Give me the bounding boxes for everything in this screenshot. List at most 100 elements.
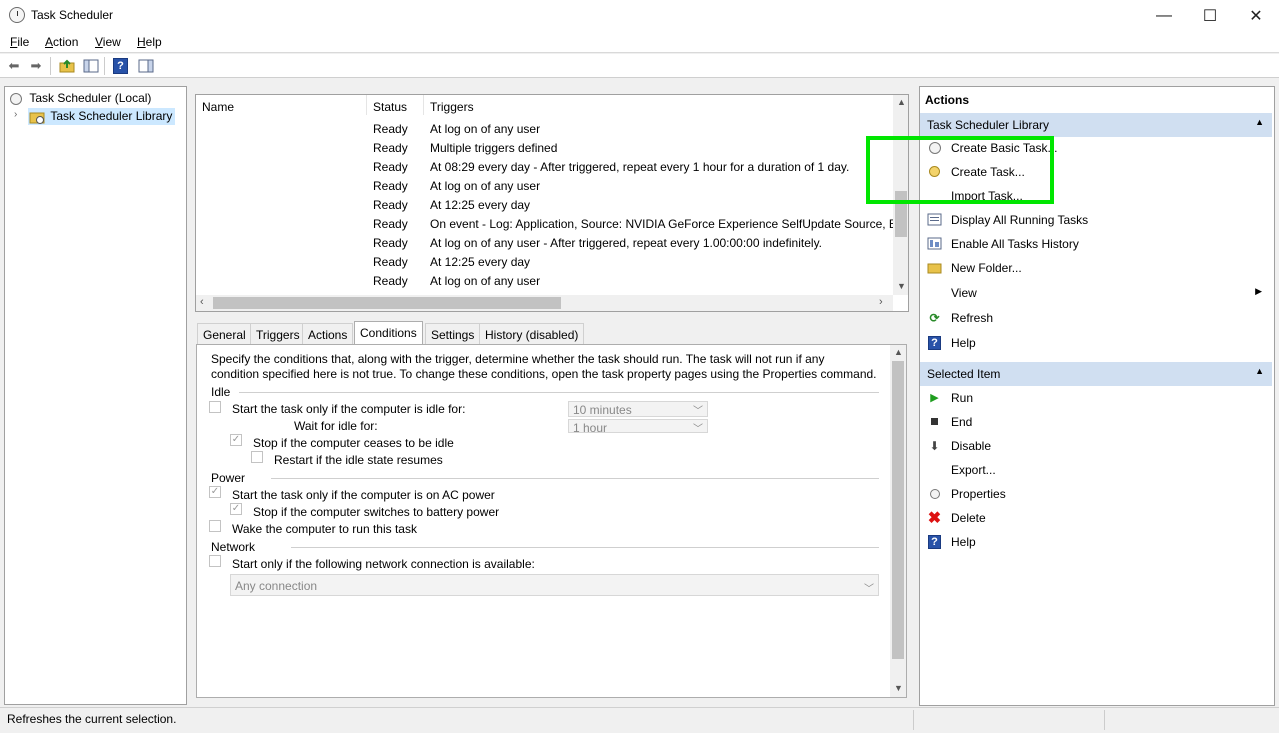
table-row[interactable]: MicrosoftEdgeUpdateTask...ReadyAt 08:29 … <box>196 157 896 176</box>
submenu-arrow-icon: ▶ <box>1255 286 1262 296</box>
wake-checkbox[interactable] <box>209 520 221 532</box>
action-new-folder[interactable]: New Folder... <box>920 256 1272 280</box>
column-header-triggers[interactable]: Triggers <box>424 95 894 115</box>
tab-general[interactable]: General <box>197 323 252 344</box>
details-scrollbar-thumb[interactable] <box>892 361 904 659</box>
table-row[interactable]: NvDriverUpdateCheckDail...ReadyAt 12:25 … <box>196 195 896 214</box>
tab-history[interactable]: History (disabled) <box>479 323 585 344</box>
tree-root-label: Task Scheduler (Local) <box>29 91 152 105</box>
battery-label: Stop if the computer switches to battery… <box>253 505 500 519</box>
column-header-name[interactable]: Name <box>196 95 367 115</box>
action-run[interactable]: ▶ Run <box>920 386 1272 410</box>
task-trigger: At log on of any user <box>430 274 541 288</box>
task-trigger: Multiple triggers defined <box>430 141 558 155</box>
horizontal-scrollbar[interactable]: ‹ › <box>196 295 893 311</box>
action-display-all-running-tasks[interactable]: Display All Running Tasks <box>920 208 1272 232</box>
details-vertical-scrollbar[interactable]: ▲ ▼ <box>890 345 906 697</box>
folder-icon <box>927 260 942 275</box>
table-row[interactable]: MicrosoftEdgeUpdateTask...ReadyMultiple … <box>196 138 896 157</box>
power-section-label: Power <box>211 471 246 485</box>
stop-idle-label: Stop if the computer ceases to be idle <box>253 436 454 450</box>
task-status: Ready <box>373 255 408 269</box>
toolbar: ⬅ ➡ ? <box>0 54 1279 78</box>
tree-item-local[interactable]: Task Scheduler (Local) <box>10 91 151 105</box>
up-folder-icon[interactable] <box>58 57 76 75</box>
table-row[interactable]: NvProfileUpdaterDaily_{B...ReadyAt 12:25… <box>196 252 896 271</box>
wait-duration-select[interactable]: 1 hour ﹀ <box>568 419 708 435</box>
show-hide-tree-icon[interactable] <box>82 57 100 75</box>
battery-checkbox[interactable]: ✓ <box>230 503 242 515</box>
collapse-icon[interactable]: ▲ <box>1255 117 1264 127</box>
selected-section-header[interactable]: Selected Item ▲ <box>920 362 1272 386</box>
task-status: Ready <box>373 198 408 212</box>
action-enable-all-tasks-history[interactable]: Enable All Tasks History <box>920 232 1272 256</box>
action-label: Help <box>951 336 976 350</box>
task-status: Ready <box>373 179 408 193</box>
task-trigger: At log on of any user - After triggered,… <box>430 236 823 250</box>
action-label: Display All Running Tasks <box>951 213 1089 227</box>
table-row[interactable]: NvBatteryBoostCheckOnL...ReadyAt log on … <box>196 176 896 195</box>
action-properties[interactable]: Properties <box>920 482 1272 506</box>
highlight-box <box>866 136 1054 204</box>
task-trigger: At 08:29 every day - After triggered, re… <box>430 160 850 174</box>
library-section-header[interactable]: Task Scheduler Library ▲ <box>920 113 1272 137</box>
task-trigger: On event - Log: Application, Source: NVI… <box>430 217 893 231</box>
action-disable[interactable]: ⬇ Disable <box>920 434 1272 458</box>
clock-app-icon <box>9 7 25 23</box>
column-header-status[interactable]: Status <box>367 95 424 115</box>
tab-actions[interactable]: Actions <box>302 323 354 344</box>
back-arrow-icon[interactable]: ⬅ <box>5 57 23 75</box>
tab-settings[interactable]: Settings <box>425 323 481 344</box>
restart-idle-checkbox[interactable] <box>251 451 263 463</box>
action-label: View <box>951 286 977 300</box>
task-status: Ready <box>373 217 408 231</box>
end-icon <box>927 414 942 429</box>
menu-file[interactable]: File <box>10 35 29 49</box>
hscroll-thumb[interactable] <box>213 297 561 309</box>
show-hide-action-pane-icon[interactable] <box>137 57 155 75</box>
network-checkbox[interactable] <box>209 555 221 567</box>
folder-clock-icon <box>29 112 45 124</box>
tab-triggers[interactable]: Triggers <box>250 323 306 344</box>
table-row[interactable]: NvNodeLauncher_{B2FE1...ReadyAt log on o… <box>196 233 896 252</box>
tree-item-library[interactable]: Task Scheduler Library <box>28 108 176 125</box>
minimize-button[interactable]: — <box>1141 0 1187 31</box>
network-connection-select[interactable]: Any connection ﹀ <box>230 574 879 596</box>
help-icon[interactable]: ? <box>113 58 128 74</box>
table-row[interactable]: IUM-F1E24CA0-B63E-4F13...ReadyAt log on … <box>196 119 896 138</box>
action-help[interactable]: ? Help <box>920 530 1272 554</box>
menu-view[interactable]: View <box>95 35 121 49</box>
action-delete[interactable]: ✖ Delete <box>920 506 1272 530</box>
action-help[interactable]: ? Help <box>920 331 1272 355</box>
action-end[interactable]: End <box>920 410 1272 434</box>
wake-label: Wake the computer to run this task <box>232 522 417 536</box>
action-label: End <box>951 415 973 429</box>
forward-arrow-icon[interactable]: ➡ <box>27 57 45 75</box>
action-export[interactable]: Export... <box>920 458 1272 482</box>
table-row[interactable]: NvProfileUpdaterOnLogo...ReadyAt log on … <box>196 271 896 290</box>
properties-icon <box>927 486 942 501</box>
ac-power-checkbox[interactable]: ✓ <box>209 486 221 498</box>
menu-action[interactable]: Action <box>45 35 78 49</box>
run-icon: ▶ <box>930 392 939 404</box>
idle-start-checkbox[interactable] <box>209 401 221 413</box>
action-label: Help <box>951 535 976 549</box>
task-status: Ready <box>373 236 408 250</box>
maximize-button[interactable]: ☐ <box>1187 0 1233 31</box>
tab-conditions[interactable]: Conditions <box>354 321 423 345</box>
refresh-icon: ⟳ <box>929 310 940 325</box>
idle-duration-select[interactable]: 10 minutes ﹀ <box>568 401 708 417</box>
library-section-label: Task Scheduler Library <box>927 118 1050 132</box>
close-button[interactable]: ✕ <box>1233 0 1279 31</box>
task-status: Ready <box>373 160 408 174</box>
expand-chevron-icon[interactable]: › <box>14 109 17 120</box>
collapse-icon[interactable]: ▲ <box>1255 366 1264 376</box>
action-view[interactable]: View ▶ <box>920 281 1272 305</box>
action-label: Run <box>951 391 974 405</box>
action-refresh[interactable]: ⟳ Refresh <box>920 306 1272 330</box>
stop-idle-checkbox[interactable]: ✓ <box>230 434 242 446</box>
tree-library-label: Task Scheduler Library <box>50 109 173 123</box>
details-panel: General Triggers Actions Conditions Sett… <box>195 320 909 700</box>
menu-help[interactable]: Help <box>137 35 162 49</box>
table-row[interactable]: NVIDIA GeForce Experienc...ReadyOn event… <box>196 214 896 233</box>
